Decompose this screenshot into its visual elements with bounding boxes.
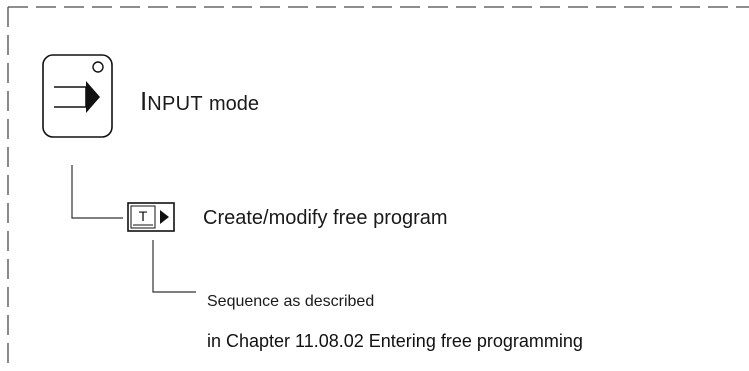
mode-title: INPUT mode [140, 88, 259, 117]
note-line-1: Sequence as described [207, 293, 375, 310]
text-softkey[interactable]: T [127, 202, 177, 232]
note-line-2: in Chapter 11.08.02 Entering free progra… [207, 331, 583, 351]
softkey-letter: T [139, 208, 148, 224]
text-softkey-icon: T [127, 202, 175, 232]
connector-to-softkey [71, 165, 123, 219]
input-mode-key[interactable] [42, 54, 114, 138]
mode-title-suffix: mode [209, 93, 260, 115]
connector-to-note [152, 240, 196, 293]
mode-title-rest: NPUT [147, 93, 203, 115]
input-key-icon [42, 54, 113, 138]
step-label: Create/modify free program [203, 207, 448, 229]
